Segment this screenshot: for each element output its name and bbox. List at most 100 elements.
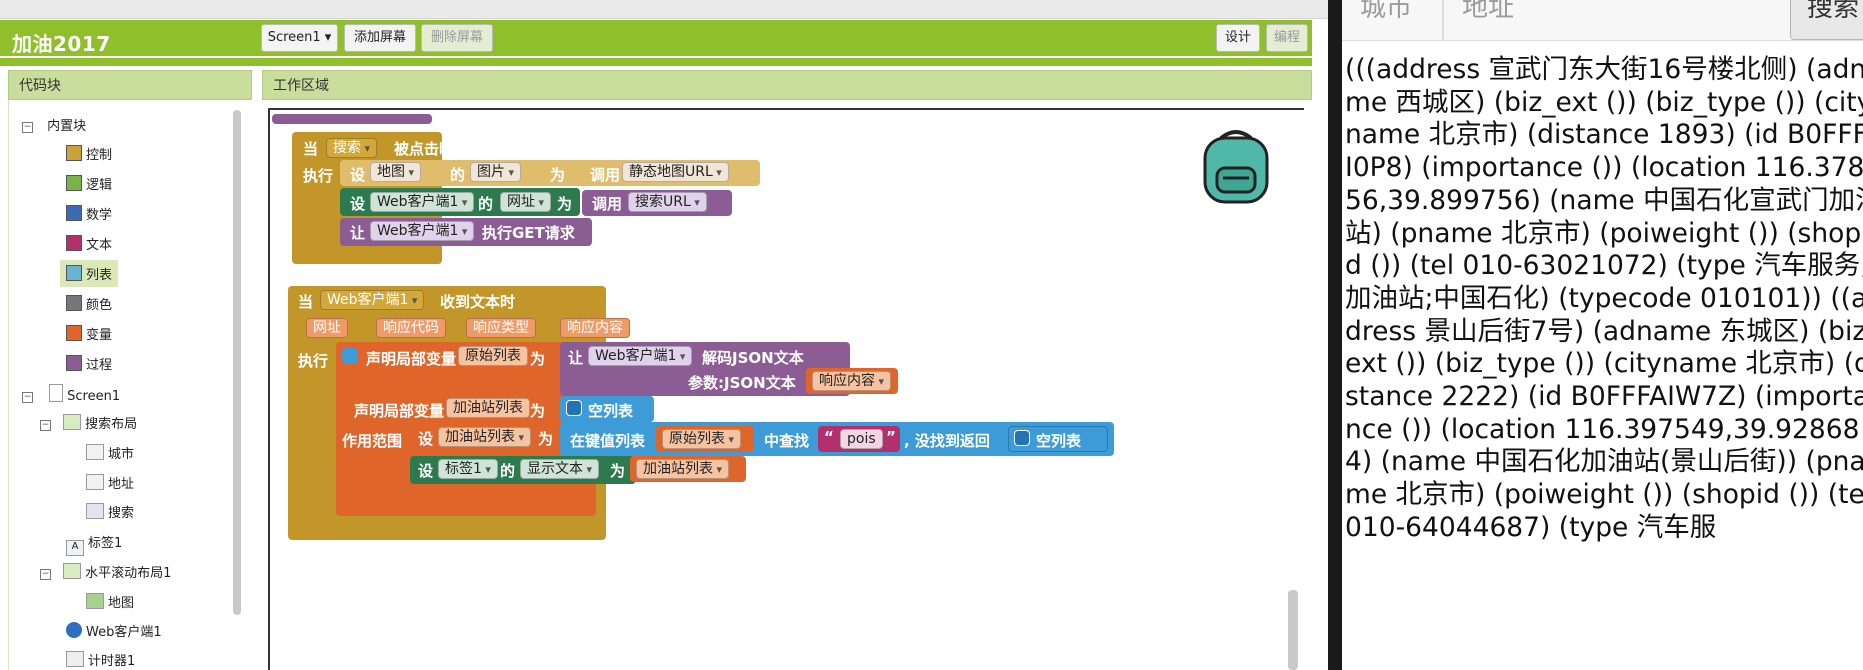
to-text: 为 xyxy=(530,402,546,420)
raw-list-name[interactable]: 原始列表 xyxy=(458,346,528,366)
backpack-icon[interactable] xyxy=(1197,126,1275,206)
call-text: 调用 xyxy=(590,166,621,184)
builtin-group[interactable]: − 内置块 xyxy=(22,115,86,134)
label-icon: A xyxy=(66,540,84,556)
map-node[interactable]: 地图 xyxy=(86,592,134,611)
search-button[interactable]: 搜索 xyxy=(1790,0,1863,40)
builtin-logic[interactable]: 逻辑 xyxy=(66,174,112,193)
gear-icon[interactable] xyxy=(1014,430,1030,446)
timer-label: 计时器1 xyxy=(88,654,136,669)
builtin-variables[interactable]: 变量 xyxy=(66,324,112,343)
declare-local-text: 声明局部变量 xyxy=(366,350,457,368)
layout-icon xyxy=(63,563,82,579)
colors-label: 颜色 xyxy=(86,298,113,313)
search-layout-node[interactable]: − 搜索布局 xyxy=(40,413,137,432)
remove-screen-button[interactable]: 删除屏幕 xyxy=(421,24,493,52)
screen1-label: Screen1 xyxy=(67,389,121,404)
builtin-math[interactable]: 数学 xyxy=(66,204,112,223)
set-text: 设 xyxy=(418,430,434,448)
display-text-dropdown[interactable]: 显示文本 xyxy=(520,459,600,479)
response-content-dropdown[interactable]: 响应内容 xyxy=(812,371,892,391)
label1-node[interactable]: A 标签1 xyxy=(66,532,122,556)
workspace-title: 工作区域 xyxy=(262,70,1312,100)
workspace[interactable]: 当 搜索 被点击时 执行 设 地图 的 图片 为 调用 静态地图URL 设 We… xyxy=(268,108,1304,670)
blocks-tree-scrollbar[interactable] xyxy=(233,110,241,615)
when-text: 当 xyxy=(298,293,314,311)
logic-label: 逻辑 xyxy=(86,178,113,193)
workspace-scrollbar[interactable] xyxy=(1288,590,1298,670)
app-title: 加油2017 xyxy=(12,32,111,56)
label1-label: 标签1 xyxy=(88,536,123,551)
blocks-editor: 加油2017 Screen1 ▾ 添加屏幕 删除屏幕 设计 编程 代码块 工作区… xyxy=(0,0,1328,670)
browser-top-strip xyxy=(0,0,1328,19)
set-text: 设 xyxy=(350,166,366,184)
collapse-icon[interactable]: − xyxy=(40,420,51,431)
search-url-dropdown[interactable]: 搜索URL xyxy=(628,192,707,212)
scope-text: 作用范围 xyxy=(342,432,403,450)
param-url[interactable]: 网址 xyxy=(306,318,348,338)
hidden-block[interactable] xyxy=(272,114,432,124)
empty-list-text: 空列表 xyxy=(588,402,634,420)
station-list-dropdown[interactable]: 加油站列表 xyxy=(438,427,532,447)
collapse-icon[interactable]: − xyxy=(22,392,33,403)
web-client-dropdown[interactable]: Web客户端1 xyxy=(320,290,425,310)
not-found-text: , 没找到返回 xyxy=(904,432,990,450)
raw-list-dropdown[interactable]: 原始列表 xyxy=(662,429,742,449)
builtin-procedures[interactable]: 过程 xyxy=(66,354,112,373)
url-prop-dropdown[interactable]: 网址 xyxy=(500,192,552,212)
screen1-node[interactable]: − Screen1 xyxy=(22,384,120,404)
textbox-icon xyxy=(86,444,104,460)
collapse-icon[interactable]: − xyxy=(40,569,51,580)
web-client-dropdown[interactable]: Web客户端1 xyxy=(588,346,693,366)
city-input[interactable]: 城市 xyxy=(1360,0,1412,38)
timer-node[interactable]: 计时器1 xyxy=(66,650,135,669)
builtin-text[interactable]: 文本 xyxy=(66,234,112,253)
image-prop-dropdown[interactable]: 图片 xyxy=(470,162,522,182)
to-text: 为 xyxy=(550,166,566,184)
text-label: 文本 xyxy=(86,238,113,253)
when-text: 当 xyxy=(303,140,319,158)
decode-json-text: 解码JSON文本 xyxy=(702,349,804,367)
city-node[interactable]: 城市 xyxy=(86,443,134,462)
of-text: 的 xyxy=(450,166,466,184)
header-underline xyxy=(0,58,1312,66)
variables-swatch-icon xyxy=(66,325,82,341)
map-dropdown[interactable]: 地图 xyxy=(370,162,422,182)
screen-select[interactable]: Screen1 ▾ xyxy=(261,24,338,52)
web-client-dropdown[interactable]: Web客户端1 xyxy=(370,192,475,212)
logic-swatch-icon xyxy=(66,175,82,191)
gear-icon[interactable] xyxy=(342,348,358,364)
web-client-label: Web客户端1 xyxy=(86,625,162,640)
web-client-dropdown[interactable]: Web客户端1 xyxy=(370,221,475,241)
param-response-content[interactable]: 响应内容 xyxy=(560,318,630,338)
address-input[interactable]: 地址 xyxy=(1462,0,1514,38)
component-dropdown[interactable]: 搜索 xyxy=(326,138,378,158)
web-client-node[interactable]: Web客户端1 xyxy=(66,621,162,640)
static-map-url-dropdown[interactable]: 静态地图URL xyxy=(622,162,729,182)
result-label: (((address 宣武门东大街16号楼北侧) (adname 西城区) (b… xyxy=(1345,54,1863,543)
builtin-colors[interactable]: 颜色 xyxy=(66,294,112,313)
address-node[interactable]: 地址 xyxy=(86,473,134,492)
empty-list-text: 空列表 xyxy=(1036,432,1082,450)
blocks-button[interactable]: 编程 xyxy=(1266,24,1308,52)
gear-icon[interactable] xyxy=(566,400,582,416)
param-response-type[interactable]: 响应类型 xyxy=(466,318,536,338)
param-response-code[interactable]: 响应代码 xyxy=(376,318,446,338)
designer-button[interactable]: 设计 xyxy=(1216,24,1260,52)
to-text: 为 xyxy=(530,350,546,368)
scroll-layout-node[interactable]: − 水平滚动布局1 xyxy=(40,562,171,581)
collapse-icon[interactable]: − xyxy=(22,122,33,133)
search-row xyxy=(1342,0,1863,41)
station-list-name[interactable]: 加油站列表 xyxy=(446,398,530,418)
station-list-dropdown[interactable]: 加油站列表 xyxy=(636,459,730,479)
label1-dropdown[interactable]: 标签1 xyxy=(438,459,498,479)
quote-open: “ xyxy=(824,428,834,446)
builtin-lists[interactable]: 列表 xyxy=(60,260,119,287)
search-node[interactable]: 搜索 xyxy=(86,502,134,521)
search-layout-label: 搜索布局 xyxy=(85,417,138,432)
builtin-control[interactable]: 控制 xyxy=(66,144,112,163)
math-label: 数学 xyxy=(86,208,113,223)
pois-text-field[interactable]: pois xyxy=(840,429,883,449)
add-screen-button[interactable]: 添加屏幕 xyxy=(344,24,416,52)
screen-icon xyxy=(49,384,64,402)
